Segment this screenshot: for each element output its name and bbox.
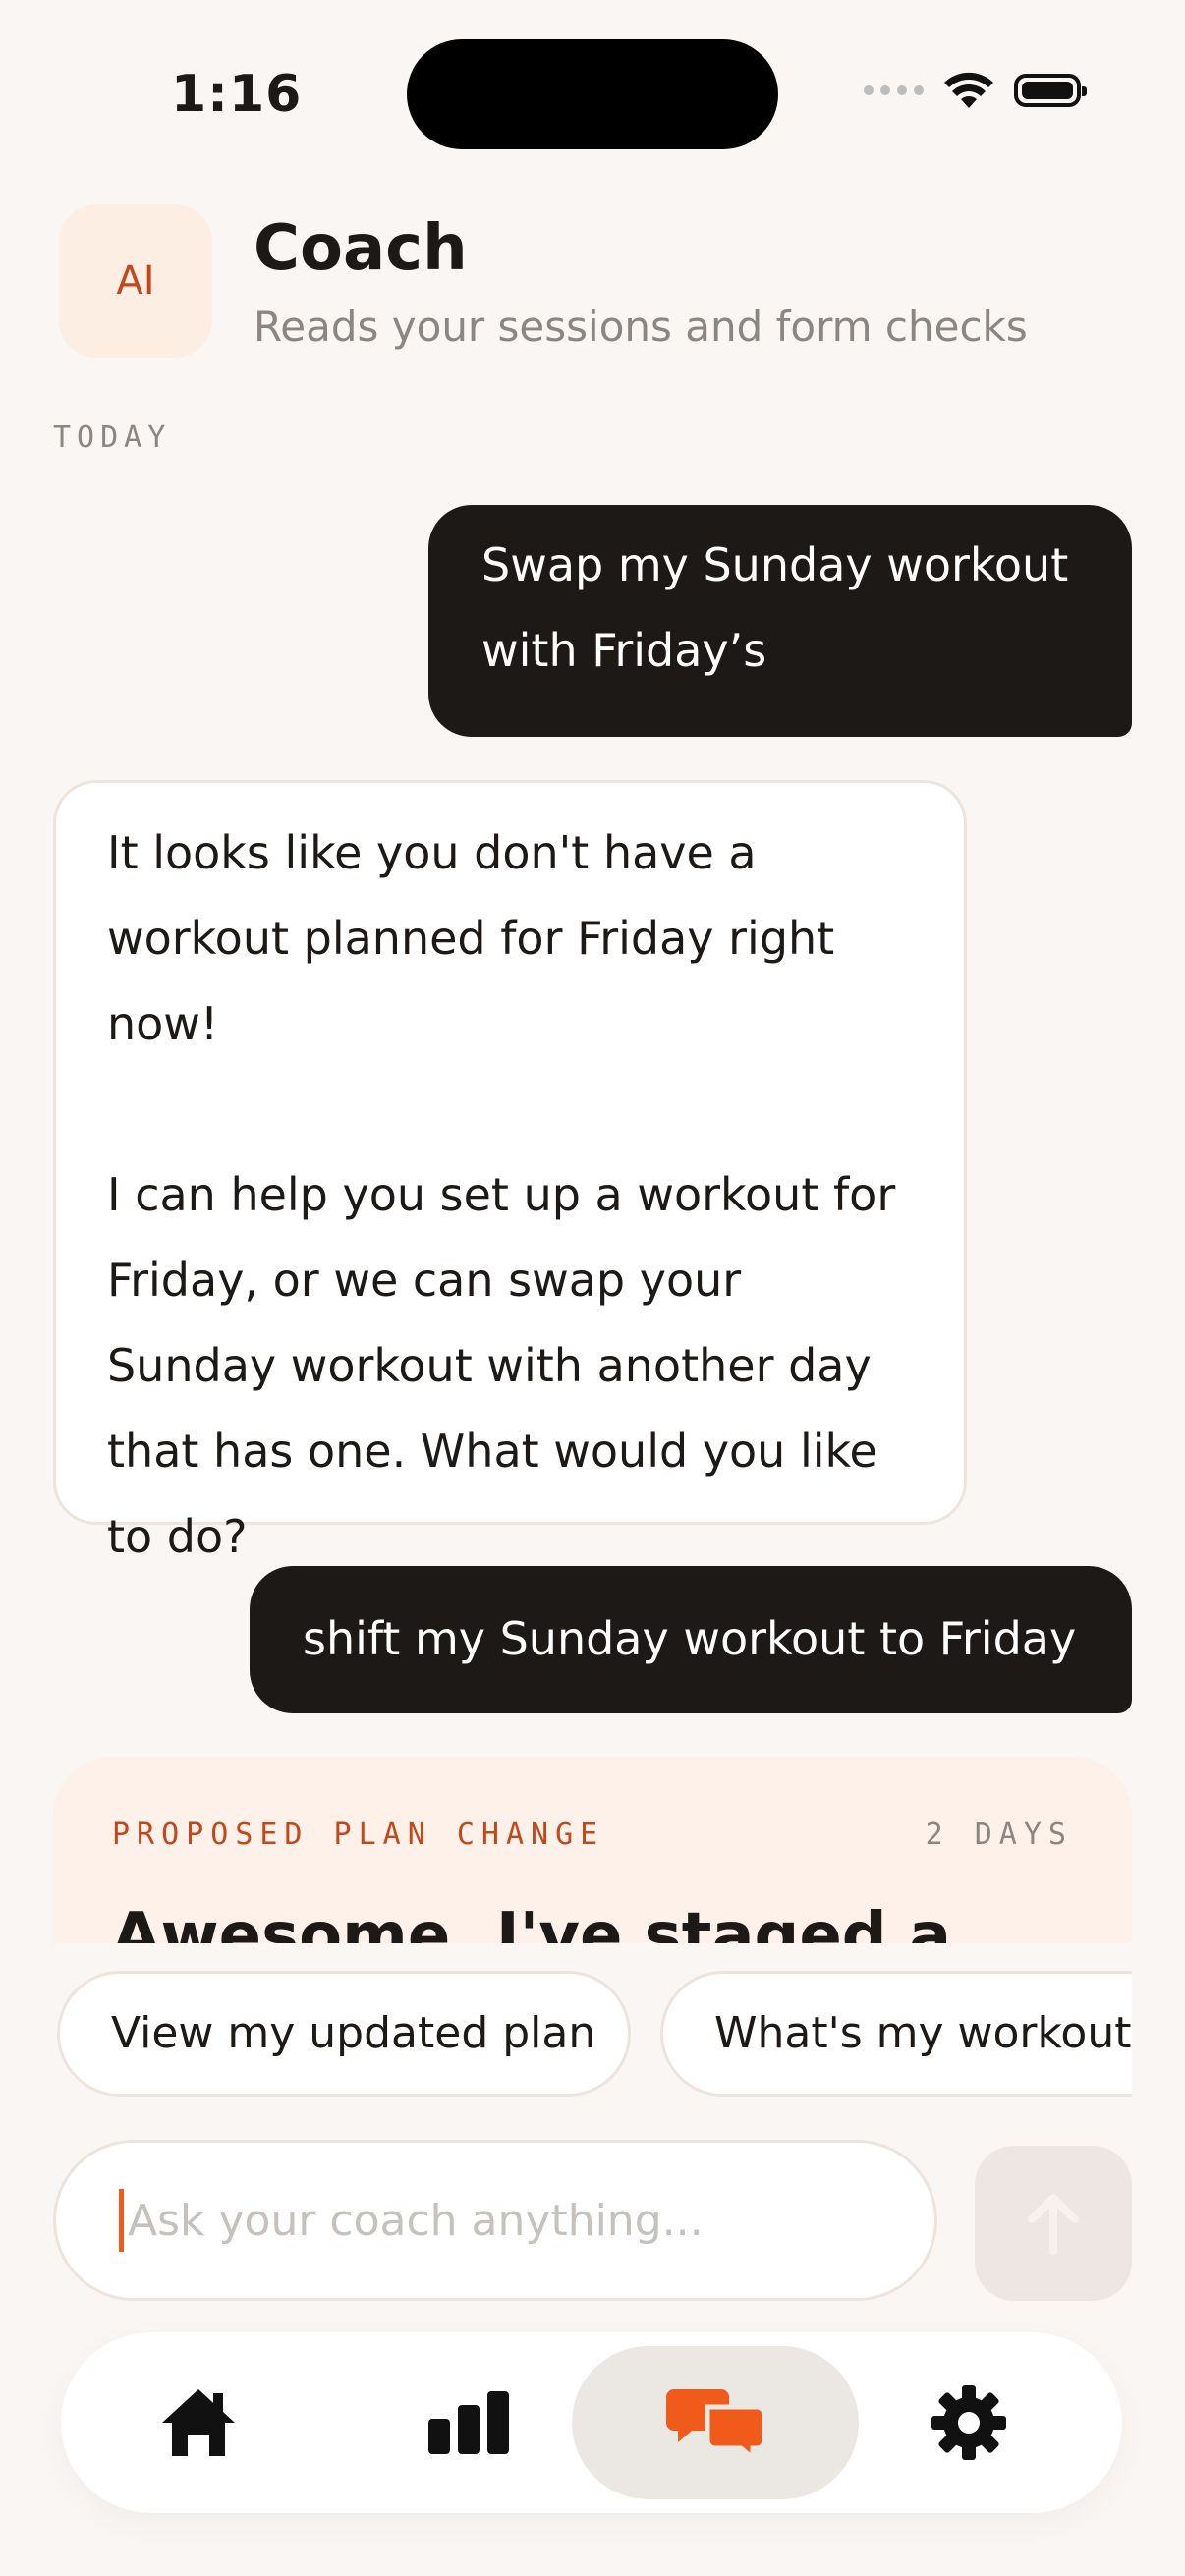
suggestion-chip[interactable]: What's my workout t	[660, 1971, 1132, 2097]
status-time: 1:16	[171, 65, 303, 124]
message-paragraph: I can help you set up a workout for Frid…	[107, 1168, 896, 1563]
page-subtitle: Reads your sessions and form checks	[254, 303, 1028, 351]
message-text: Swap my Sunday workout with Friday’s	[481, 538, 1069, 677]
arrow-up-icon	[1028, 2194, 1079, 2255]
cellular-signal-icon	[864, 85, 924, 95]
proposed-plan-change-card[interactable]: PROPOSED PLAN CHANGE 2 DAYS Awesome, I'v…	[53, 1757, 1132, 1943]
suggestion-chip[interactable]: View my updated plan	[57, 1971, 631, 2097]
tab-settings[interactable]	[910, 2332, 1028, 2513]
message-composer[interactable]	[53, 2140, 937, 2301]
user-message: Swap my Sunday workout with Friday’s	[428, 505, 1132, 737]
status-icons	[864, 71, 1087, 110]
date-divider: TODAY	[53, 420, 172, 455]
message-text: shift my Sunday workout to Friday	[303, 1612, 1077, 1665]
tab-stats[interactable]	[410, 2332, 528, 2513]
coach-avatar: AI	[59, 204, 212, 358]
home-icon	[162, 2389, 235, 2456]
tab-bar	[61, 2332, 1122, 2513]
suggestion-chips: View my updated plan What's my workout t	[57, 1971, 1132, 2099]
gear-icon	[931, 2385, 1006, 2460]
chat-bubbles-icon	[666, 2389, 764, 2460]
bar-chart-icon	[428, 2391, 509, 2454]
dynamic-island	[407, 39, 778, 149]
wifi-icon	[944, 72, 993, 108]
tab-chat[interactable]	[572, 2332, 859, 2513]
proposal-headline: Awesome, I've staged a	[112, 1900, 951, 1943]
chat-input[interactable]	[126, 2194, 876, 2247]
proposal-label: PROPOSED PLAN CHANGE	[112, 1818, 605, 1852]
send-button[interactable]	[975, 2146, 1132, 2301]
user-message: shift my Sunday workout to Friday	[250, 1566, 1132, 1713]
battery-icon	[1014, 74, 1087, 107]
proposal-days: 2 DAYS	[925, 1818, 1073, 1852]
avatar-text: AI	[116, 258, 155, 304]
page-title: Coach	[254, 212, 468, 285]
assistant-message: It looks like you don't have a workout p…	[53, 780, 967, 1563]
message-paragraph: It looks like you don't have a workout p…	[107, 826, 835, 1050]
text-cursor	[119, 2189, 124, 2252]
tab-home[interactable]	[140, 2332, 257, 2513]
